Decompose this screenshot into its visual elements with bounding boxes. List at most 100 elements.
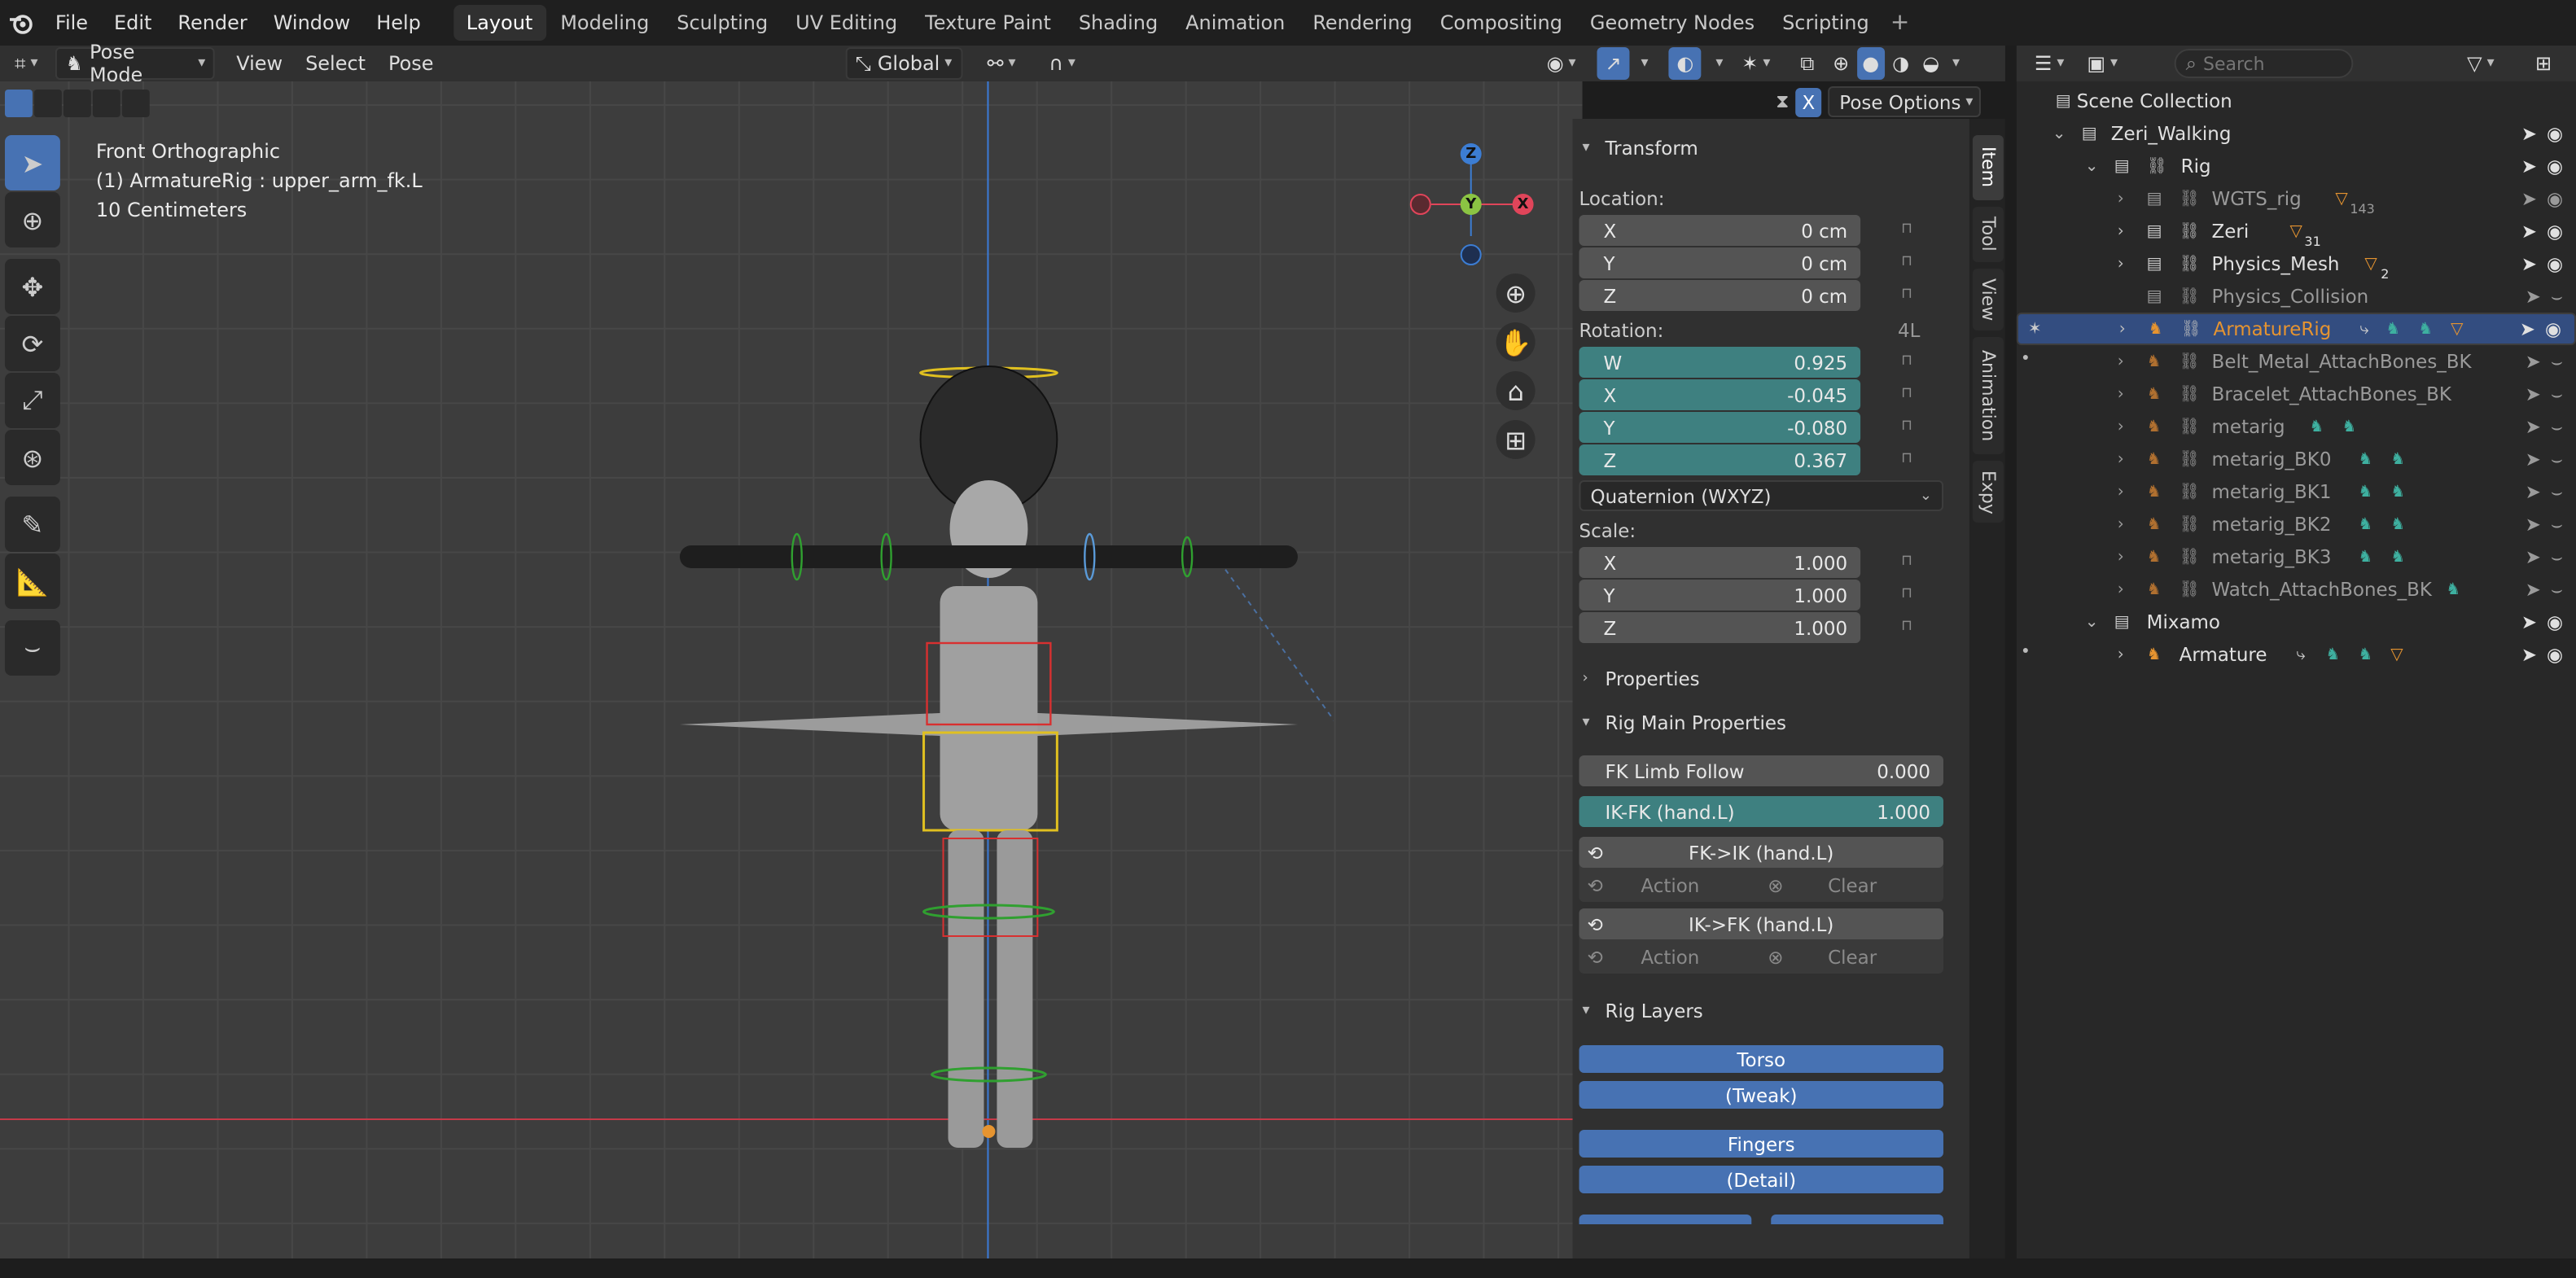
outliner-row[interactable]: ▤ Scene Collection xyxy=(2017,85,2576,117)
xray-toggle[interactable]: ⧉ xyxy=(1792,47,1822,80)
3d-viewport[interactable]: ➤ ⊕ ✥ ⟳ ⤢ ⊛ ✎ 📐 ⌣ Front Orthographic (1)… xyxy=(0,81,1583,1258)
select-arrow-icon[interactable]: ➤ xyxy=(2526,383,2541,405)
outliner-row[interactable]: › ▤ ⛓ Zeri ▽ 31 ➤ ◉ xyxy=(2017,215,2576,249)
snap-button[interactable]: ∩ ▾ xyxy=(1040,47,1084,80)
outliner-row[interactable]: › ♞ ⛓ Watch_AttachBones_BK ♞ ➤ ⌣ xyxy=(2017,573,2576,606)
select-arrow-icon[interactable]: ➤ xyxy=(2526,578,2541,601)
search-input[interactable] xyxy=(2203,53,2333,74)
visibility-button[interactable]: ◉ ▾ xyxy=(1539,47,1584,80)
pose-options-dropdown[interactable]: Pose Options ▾ xyxy=(1828,86,1982,117)
eye-icon[interactable]: ◉ xyxy=(2547,252,2563,275)
cursor-tool[interactable]: ⊕ xyxy=(4,192,60,247)
outliner-row[interactable]: ⌄ ▤ Mixamo ➤ ◉ xyxy=(2017,606,2576,638)
rotate-tool[interactable]: ⟳ xyxy=(4,316,60,371)
menu-edit[interactable]: Edit xyxy=(101,0,164,46)
outliner-row[interactable]: › ♞ ⛓ metarig_BK0 ♞ ♞ ➤ ⌣ xyxy=(2017,443,2576,475)
grid-ortho-icon[interactable]: ⊞ xyxy=(1496,420,1536,459)
tab-uv-editing[interactable]: UV Editing xyxy=(782,5,910,41)
outliner-row[interactable]: › ♞ ⛓ Belt_Metal_AttachBones_BK ➤ ⌣ xyxy=(2017,345,2576,378)
transform-header[interactable]: ▾ Transform xyxy=(1573,127,1969,169)
pose-relax-tool[interactable]: ⌣ xyxy=(4,620,60,676)
layer-button-partial[interactable] xyxy=(1771,1215,1943,1224)
zoom-icon[interactable]: ⊕ xyxy=(1496,274,1536,313)
move-tool[interactable]: ✥ xyxy=(4,259,60,314)
chevron-right-icon[interactable]: › xyxy=(2118,580,2124,598)
properties-header[interactable]: › Properties xyxy=(1573,658,1969,700)
outliner-row[interactable]: › ♞ ⛓ metarig_BK3 ♞ ♞ ➤ ⌣ xyxy=(2017,541,2576,573)
orientation-selector[interactable]: ⤡ Global ▾ xyxy=(845,47,963,80)
gizmo-neg-z-icon[interactable] xyxy=(1460,244,1482,265)
wireframe-shading-icon[interactable]: ⊕ xyxy=(1828,47,1854,80)
rotation-z-field[interactable]: Z 0.367 xyxy=(1579,444,1861,475)
ik-to-fk-button[interactable]: ⟲ IK->FK (hand.L) xyxy=(1579,908,1943,939)
tab-tool[interactable]: Tool xyxy=(1972,207,2004,262)
outliner-search[interactable]: ⌕ xyxy=(2174,49,2354,78)
lock-icon[interactable]: ⊓ xyxy=(1901,221,1921,238)
eye-closed-icon[interactable]: ⌣ xyxy=(2551,447,2563,471)
rotation-w-field[interactable]: W 0.925 xyxy=(1579,347,1861,378)
layer-button-partial[interactable] xyxy=(1579,1215,1752,1224)
scale-tool[interactable]: ⤢ xyxy=(4,373,60,428)
select-intersect-icon[interactable] xyxy=(121,90,150,117)
chevron-right-icon[interactable]: › xyxy=(2118,646,2124,663)
layer-tweak-button[interactable]: (Tweak) xyxy=(1579,1081,1943,1109)
pose-mode-icon[interactable]: ✶ xyxy=(2028,320,2042,338)
eye-closed-icon[interactable]: ⌣ xyxy=(2551,349,2563,374)
chevron-right-icon[interactable]: › xyxy=(2118,352,2124,370)
outliner-row[interactable]: › ♞ ⛓ Bracelet_AttachBones_BK ➤ ⌣ xyxy=(2017,378,2576,410)
select-box-tool[interactable]: ➤ xyxy=(4,135,60,190)
eye-closed-icon[interactable]: ⌣ xyxy=(2551,382,2563,406)
select-arrow-icon[interactable]: ➤ xyxy=(2526,513,2541,536)
menu-render[interactable]: Render xyxy=(164,0,260,46)
tab-scripting[interactable]: Scripting xyxy=(1769,5,1882,41)
eye-closed-icon[interactable]: ⌣ xyxy=(2551,284,2563,309)
tab-modeling[interactable]: Modeling xyxy=(547,5,662,41)
character-model[interactable] xyxy=(651,350,1334,1148)
eye-closed-icon[interactable]: ⌣ xyxy=(2551,479,2563,504)
chevron-down-icon[interactable]: ⌄ xyxy=(2085,613,2099,631)
select-arrow-icon[interactable]: ➤ xyxy=(2520,317,2535,340)
chevron-right-icon[interactable]: › xyxy=(2118,483,2124,501)
outliner-row[interactable]: ⌄ ▤ Zeri_Walking ➤ ◉ xyxy=(2017,117,2576,150)
outliner-row[interactable]: › ♞ ⛓ metarig ♞ ♞ ➤ ⌣ xyxy=(2017,410,2576,443)
select-arrow-icon[interactable]: ➤ xyxy=(2526,285,2541,308)
eye-icon[interactable]: ◉ xyxy=(2547,155,2563,177)
scale-z-field[interactable]: Z 1.000 xyxy=(1579,612,1861,643)
menu-window[interactable]: Window xyxy=(261,0,363,46)
lock-icon[interactable]: ⊓ xyxy=(1901,554,1921,570)
eye-closed-icon[interactable]: ⌣ xyxy=(2551,512,2563,536)
bone-overlay-button[interactable]: ✶ ▾ xyxy=(1733,47,1778,80)
gizmo-neg-x-icon[interactable] xyxy=(1409,194,1431,215)
eye-icon[interactable]: ◉ xyxy=(2547,643,2563,666)
outliner-row[interactable]: › ♞ Armature ⤷ ♞ ♞ ▽ ➤ ◉ xyxy=(2017,638,2576,671)
fk-to-ik-button[interactable]: ⟲ FK->IK (hand.L) xyxy=(1579,837,1943,868)
chevron-right-icon[interactable]: › xyxy=(2118,385,2124,403)
gizmo-toggle[interactable]: ↗ xyxy=(1597,47,1630,80)
lock-icon[interactable]: ⊓ xyxy=(1901,287,1921,303)
eye-icon[interactable]: ◉ xyxy=(2545,317,2561,340)
lock-icon[interactable]: ⊓ xyxy=(1901,418,1921,435)
filter-button[interactable]: ▽ ▾ xyxy=(2459,47,2502,80)
lock-icon[interactable]: ⊓ xyxy=(1901,353,1921,370)
rotation-y-field[interactable]: Y -0.080 xyxy=(1579,412,1861,443)
rendered-shading-icon[interactable]: ◒ xyxy=(1917,47,1944,80)
tab-shading[interactable]: Shading xyxy=(1066,5,1171,41)
chevron-right-icon[interactable]: › xyxy=(2118,548,2124,566)
eye-icon[interactable]: ◉ xyxy=(2547,187,2563,210)
rig-main-properties-header[interactable]: ▾ Rig Main Properties xyxy=(1573,702,1969,744)
x-mirror-toggle[interactable]: X xyxy=(1795,87,1822,116)
chevron-right-icon[interactable]: › xyxy=(2118,515,2124,533)
chevron-right-icon[interactable]: › xyxy=(2118,255,2124,273)
tab-view[interactable]: View xyxy=(1972,269,2004,330)
select-arrow-icon[interactable]: ➤ xyxy=(2521,122,2537,145)
ik-to-fk-action[interactable]: ⟲ Action xyxy=(1579,943,1762,972)
select-arrow-icon[interactable]: ➤ xyxy=(2521,643,2537,666)
menu-file[interactable]: File xyxy=(42,0,101,46)
mirror-icon[interactable]: ⧗ xyxy=(1776,90,1789,114)
select-arrow-icon[interactable]: ➤ xyxy=(2526,415,2541,438)
pivot-button[interactable]: ⚯ ▾ xyxy=(979,47,1023,80)
annotate-tool[interactable]: ✎ xyxy=(4,497,60,552)
select-arrow-icon[interactable]: ➤ xyxy=(2521,252,2537,275)
select-arrow-icon[interactable]: ➤ xyxy=(2526,448,2541,470)
tab-expy[interactable]: Expy xyxy=(1972,461,2004,523)
